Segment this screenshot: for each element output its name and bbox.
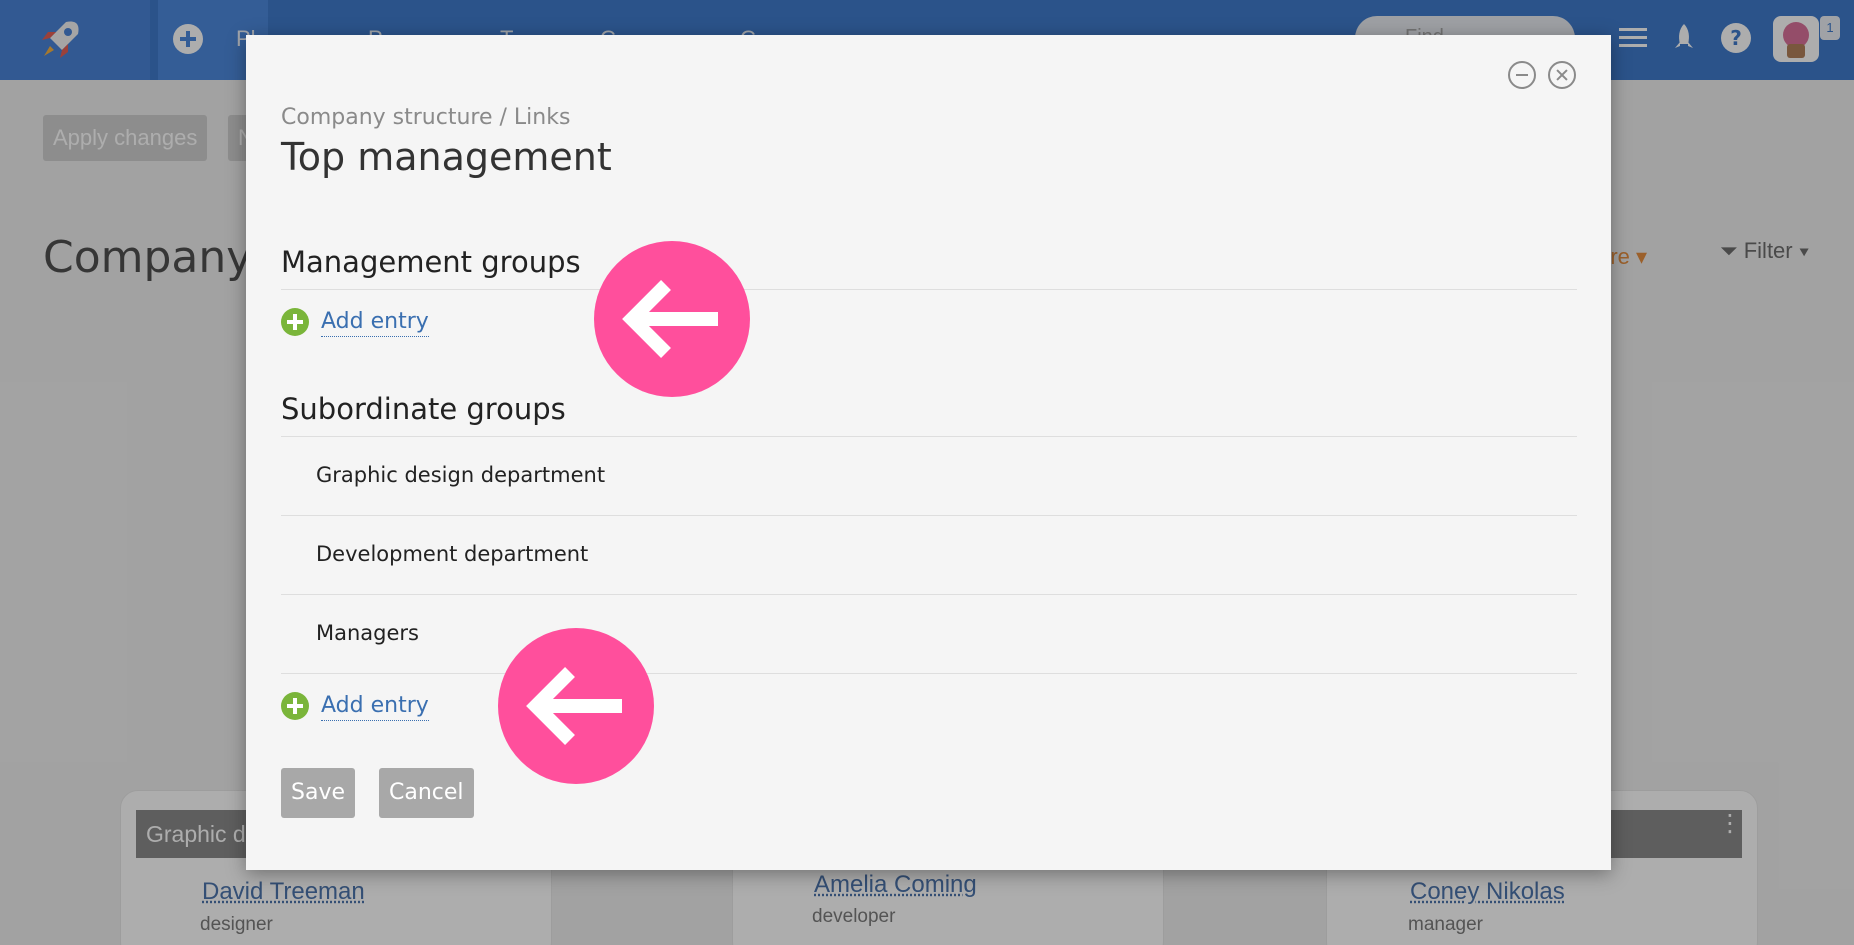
links-dialog: Company structure / Links Top management… [246, 35, 1611, 870]
pointer-arrow-icon [594, 241, 750, 397]
dialog-title: Top management [281, 135, 612, 179]
management-groups-heading: Management groups [281, 245, 581, 279]
add-entry-label: Add entry [321, 692, 429, 721]
pointer-arrow-icon [498, 628, 654, 784]
add-entry-label: Add entry [321, 308, 429, 337]
add-icon [281, 308, 309, 336]
close-icon[interactable] [1548, 61, 1576, 89]
divider [281, 436, 1577, 437]
subordinate-group-item[interactable]: Managers [316, 621, 419, 645]
cancel-button[interactable]: Cancel [379, 768, 474, 818]
subordinate-add-entry-link[interactable]: Add entry [281, 690, 429, 722]
divider [281, 673, 1577, 674]
divider [281, 594, 1577, 595]
breadcrumb: Company structure / Links [281, 105, 570, 130]
divider [281, 289, 1577, 290]
save-button[interactable]: Save [281, 768, 355, 818]
subordinate-group-item[interactable]: Development department [316, 542, 588, 566]
minimize-icon[interactable] [1508, 61, 1536, 89]
subordinate-group-item[interactable]: Graphic design department [316, 463, 605, 487]
divider [281, 515, 1577, 516]
add-icon [281, 692, 309, 720]
subordinate-groups-heading: Subordinate groups [281, 392, 566, 426]
management-add-entry-link[interactable]: Add entry [281, 306, 429, 338]
